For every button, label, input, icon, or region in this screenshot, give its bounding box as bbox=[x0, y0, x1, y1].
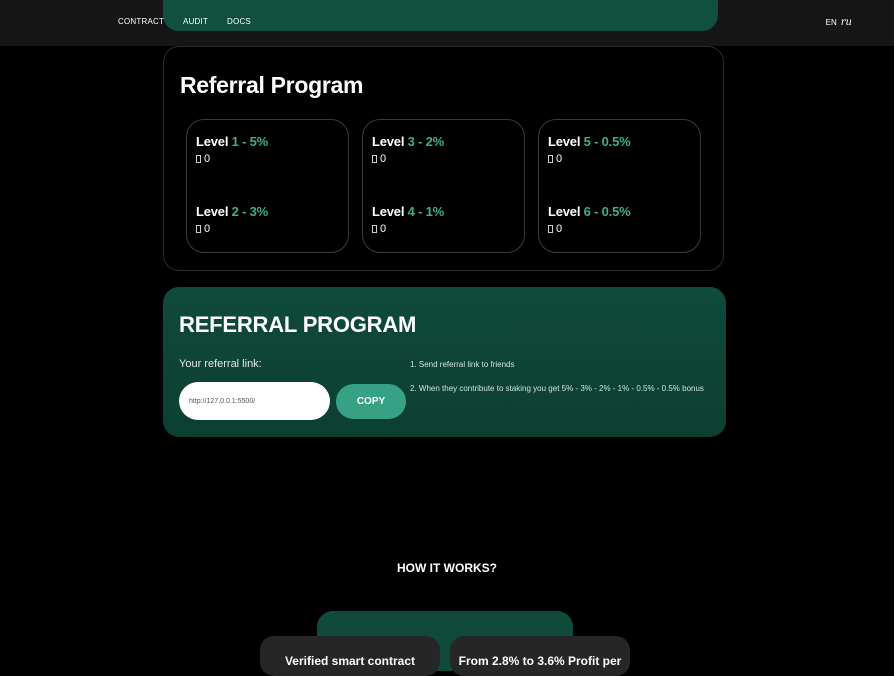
referral-program-title: REFERRAL PROGRAM bbox=[179, 312, 417, 337]
level-percent: 5% bbox=[249, 134, 269, 149]
level-value: 0 bbox=[380, 223, 387, 235]
level-number: 6 bbox=[583, 204, 591, 219]
lang-ru-option[interactable]: ru bbox=[841, 17, 852, 28]
coin-icon bbox=[372, 155, 377, 163]
copy-button[interactable]: COPY bbox=[336, 384, 406, 419]
level-number: 3 bbox=[407, 134, 415, 149]
referral-levels-title: Referral Program bbox=[180, 72, 364, 98]
level-word: Level bbox=[196, 204, 229, 219]
level-percent: 0.5% bbox=[601, 204, 631, 219]
level-word: Level bbox=[372, 134, 405, 149]
language-switcher: EN ru bbox=[826, 17, 852, 28]
nav-contract-link[interactable]: CONTRACT bbox=[118, 17, 164, 26]
level-number: 1 bbox=[231, 134, 239, 149]
nav-audit-link[interactable]: AUDIT bbox=[183, 17, 208, 26]
level-item: Level 4 - 1% 0 bbox=[372, 204, 445, 235]
level-number: 4 bbox=[407, 204, 415, 219]
level-item: Level 5 - 0.5% 0 bbox=[548, 134, 631, 165]
level-word: Level bbox=[548, 134, 581, 149]
feature-card-profit: From 2.8% to 3.6% Profit per bbox=[450, 636, 630, 676]
referral-levels-card: Referral Program Level 1 - 5% 0 Level 2 … bbox=[163, 46, 724, 271]
level-word: Level bbox=[548, 204, 581, 219]
level-value: 0 bbox=[556, 223, 563, 235]
referral-link-label: Your referral link: bbox=[179, 358, 262, 370]
level-percent: 2% bbox=[425, 134, 445, 149]
main-nav: CONTRACT AUDIT DOCS bbox=[118, 17, 270, 26]
level-item: Level 1 - 5% 0 bbox=[196, 134, 269, 165]
coin-icon bbox=[196, 155, 201, 163]
level-box-2: Level 3 - 2% 0 Level 4 - 1% 0 bbox=[362, 119, 525, 253]
level-box-3: Level 5 - 0.5% 0 Level 6 - 0.5% 0 bbox=[538, 119, 701, 253]
referral-link-input[interactable] bbox=[179, 382, 330, 420]
referral-program-card: REFERRAL PROGRAM Your referral link: COP… bbox=[163, 287, 726, 437]
level-number: 2 bbox=[231, 204, 239, 219]
level-value: 0 bbox=[380, 153, 387, 165]
level-word: Level bbox=[196, 134, 229, 149]
level-item: Level 6 - 0.5% 0 bbox=[548, 204, 631, 235]
top-navbar: CONTRACT AUDIT DOCS EN ru bbox=[0, 0, 894, 46]
lang-en-option[interactable]: EN bbox=[826, 18, 837, 27]
level-word: Level bbox=[372, 204, 405, 219]
referral-step-2: 2. When they contribute to staking you g… bbox=[410, 384, 704, 393]
level-number: 5 bbox=[583, 134, 591, 149]
coin-icon bbox=[372, 225, 377, 233]
feature-card-verified: Verified smart contract bbox=[260, 636, 440, 676]
level-percent: 3% bbox=[249, 204, 269, 219]
level-percent: 0.5% bbox=[601, 134, 631, 149]
nav-docs-link[interactable]: DOCS bbox=[227, 17, 251, 26]
coin-icon bbox=[548, 225, 553, 233]
how-it-works-title: HOW IT WORKS? bbox=[397, 561, 497, 575]
coin-icon bbox=[548, 155, 553, 163]
coin-icon bbox=[196, 225, 201, 233]
level-value: 0 bbox=[204, 153, 211, 165]
level-value: 0 bbox=[556, 153, 563, 165]
header-green-panel bbox=[163, 0, 718, 31]
level-value: 0 bbox=[204, 223, 211, 235]
referral-step-1: 1. Send referral link to friends bbox=[410, 360, 515, 369]
level-percent: 1% bbox=[425, 204, 445, 219]
level-box-1: Level 1 - 5% 0 Level 2 - 3% 0 bbox=[186, 119, 349, 253]
level-item: Level 3 - 2% 0 bbox=[372, 134, 445, 165]
level-item: Level 2 - 3% 0 bbox=[196, 204, 269, 235]
